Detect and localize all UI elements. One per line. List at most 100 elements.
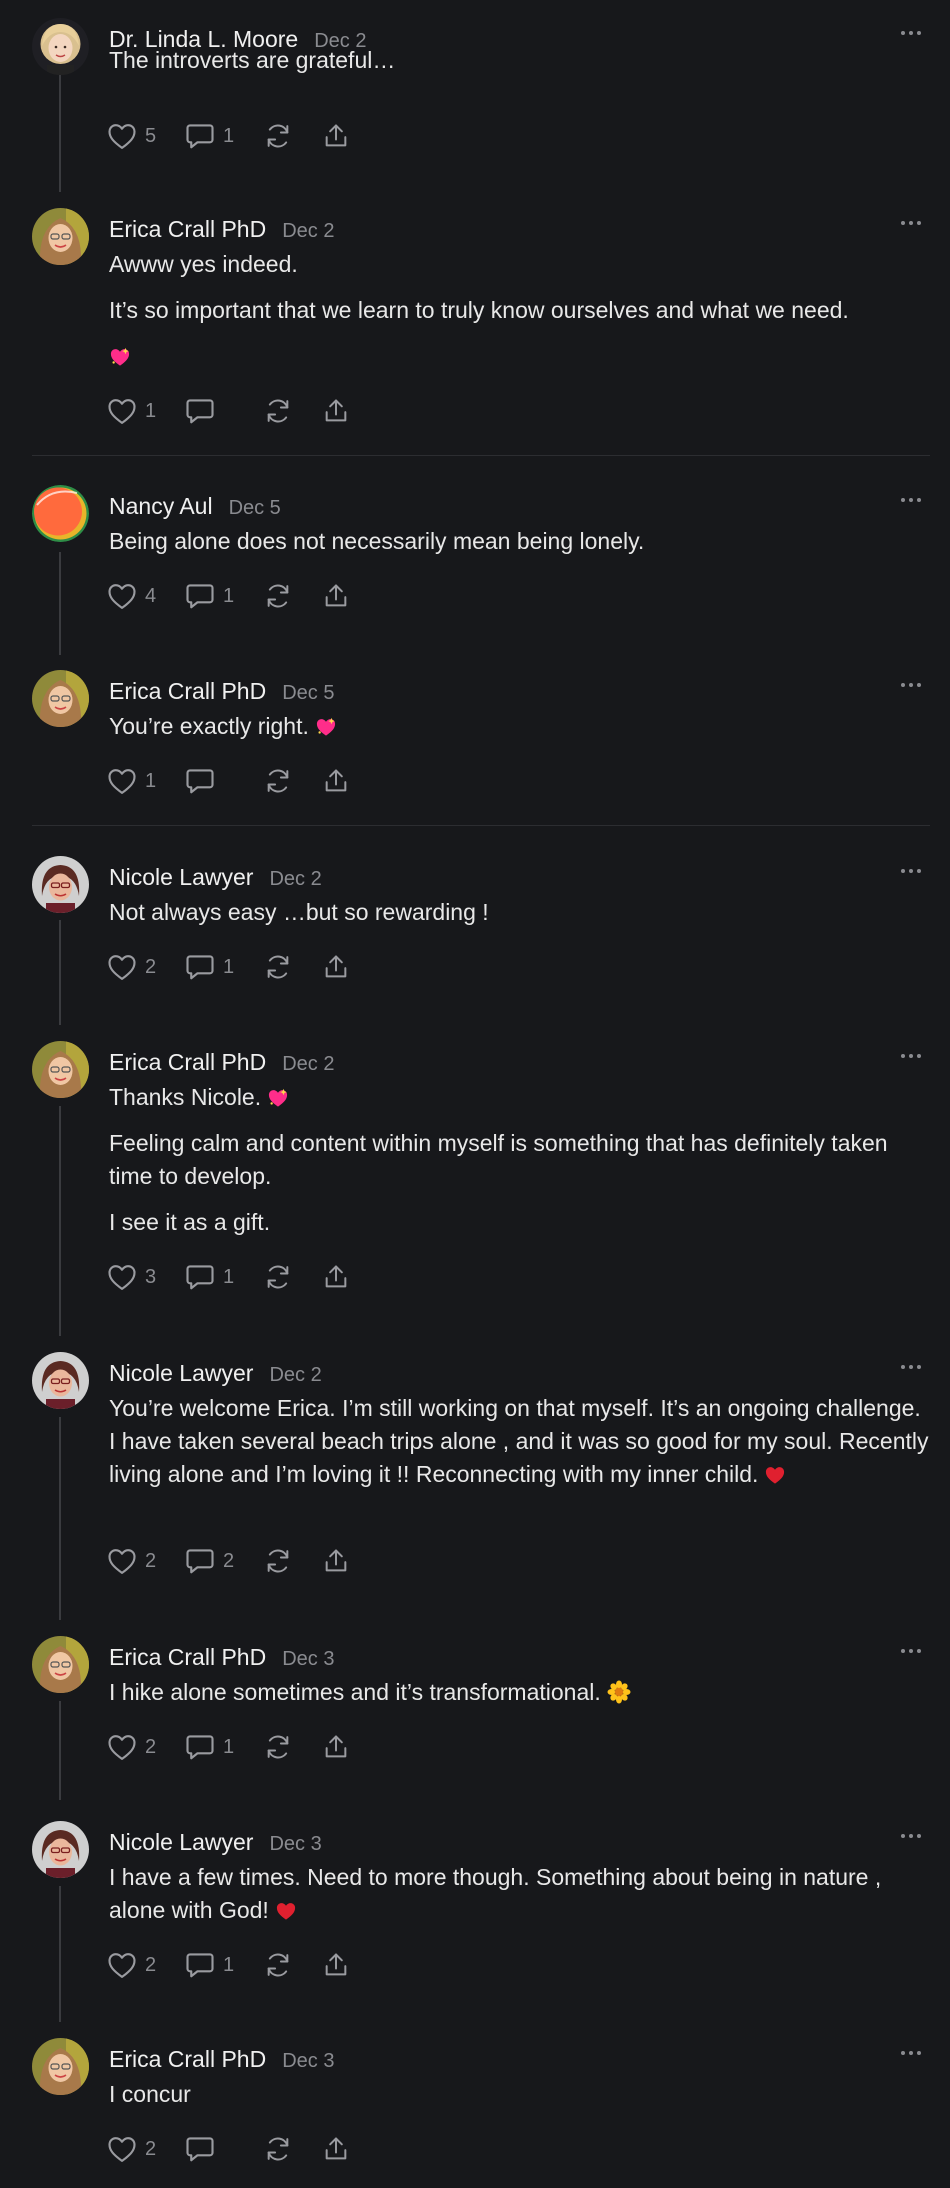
avatar[interactable]: [32, 208, 89, 265]
restack-button[interactable]: [263, 1543, 293, 1579]
comment-text: Feeling calm and content within myself i…: [109, 1130, 888, 1189]
restack-button[interactable]: [263, 1947, 293, 1983]
comment-header: Erica Crall PhD Dec 2: [109, 1049, 334, 1076]
avatar[interactable]: [32, 2038, 89, 2095]
comment: Erica Crall PhD Dec 2 Thanks Nicole. Feelin…: [0, 1041, 950, 1299]
like-button[interactable]: 2: [107, 1947, 157, 1983]
comment-text: Awww yes indeed.: [109, 251, 298, 277]
restack-button[interactable]: [263, 578, 293, 614]
more-options-icon[interactable]: [896, 670, 926, 700]
like-button[interactable]: 4: [107, 578, 157, 614]
more-options-icon[interactable]: [896, 485, 926, 515]
reply-button[interactable]: [185, 763, 235, 799]
like-button[interactable]: 2: [107, 1729, 157, 1765]
comment-header: Erica Crall PhD Dec 5: [109, 678, 334, 705]
like-button[interactable]: 5: [107, 118, 157, 154]
more-options-icon[interactable]: [896, 856, 926, 886]
author-name[interactable]: Erica Crall PhD: [109, 678, 266, 705]
share-icon: [321, 953, 351, 981]
restack-button[interactable]: [263, 118, 293, 154]
reply-button[interactable]: 1: [185, 949, 235, 985]
comment-paragraph: You’re welcome Erica. I’m still working …: [109, 1392, 930, 1491]
like-button[interactable]: 2: [107, 2131, 157, 2167]
comment-text: It’s so important that we learn to truly…: [109, 297, 849, 323]
share-button[interactable]: [321, 763, 351, 799]
avatar[interactable]: [32, 670, 89, 727]
avatar[interactable]: [32, 1636, 89, 1693]
comment-paragraph: I have a few times. Need to more though.…: [109, 1861, 930, 1927]
comment-date[interactable]: Dec 3: [269, 1833, 321, 1856]
more-options-icon[interactable]: [896, 1821, 926, 1851]
more-options-icon[interactable]: [896, 1352, 926, 1382]
more-options-icon[interactable]: [896, 1636, 926, 1666]
comment-date[interactable]: Dec 2: [282, 1053, 334, 1076]
comment-date[interactable]: Dec 3: [282, 1648, 334, 1671]
share-button[interactable]: [321, 949, 351, 985]
author-name[interactable]: Nancy Aul: [109, 493, 213, 520]
like-button[interactable]: 1: [107, 763, 157, 799]
avatar[interactable]: [32, 1821, 89, 1878]
share-icon: [321, 582, 351, 610]
restack-button[interactable]: [263, 949, 293, 985]
like-button[interactable]: 3: [107, 1259, 157, 1295]
author-name[interactable]: Erica Crall PhD: [109, 1049, 266, 1076]
reply-count: 1: [223, 124, 235, 147]
restack-button[interactable]: [263, 763, 293, 799]
comment-date[interactable]: Dec 2: [269, 868, 321, 891]
reply-button[interactable]: 1: [185, 1947, 235, 1983]
reply-count: 1: [223, 584, 235, 607]
comment-date[interactable]: Dec 3: [282, 2050, 334, 2073]
avatar[interactable]: [32, 18, 89, 75]
author-name[interactable]: Erica Crall PhD: [109, 2046, 266, 2073]
comment-date[interactable]: Dec 5: [229, 497, 281, 520]
share-button[interactable]: [321, 1947, 351, 1983]
share-button[interactable]: [321, 118, 351, 154]
avatar[interactable]: [32, 1041, 89, 1098]
comment-actions: 21: [107, 949, 379, 985]
reply-count: 1: [223, 1265, 235, 1288]
author-name[interactable]: Erica Crall PhD: [109, 1644, 266, 1671]
restack-icon: [263, 1547, 293, 1575]
heart-icon: [107, 953, 137, 981]
reply-button[interactable]: [185, 2131, 235, 2167]
author-name[interactable]: Nicole Lawyer: [109, 1360, 253, 1387]
share-button[interactable]: [321, 1543, 351, 1579]
author-name[interactable]: Nicole Lawyer: [109, 864, 253, 891]
restack-button[interactable]: [263, 1259, 293, 1295]
share-button[interactable]: [321, 2131, 351, 2167]
avatar[interactable]: [32, 856, 89, 913]
avatar[interactable]: [32, 1352, 89, 1409]
comment-bubble-icon: [185, 1547, 215, 1575]
comment-bubble-icon: [185, 1733, 215, 1761]
like-button[interactable]: 2: [107, 1543, 157, 1579]
share-icon: [321, 2135, 351, 2163]
share-button[interactable]: [321, 1259, 351, 1295]
comment-date[interactable]: Dec 2: [269, 1364, 321, 1387]
like-button[interactable]: 2: [107, 949, 157, 985]
more-options-icon[interactable]: [896, 1041, 926, 1071]
share-button[interactable]: [321, 1729, 351, 1765]
like-button[interactable]: 1: [107, 393, 157, 429]
more-options-icon[interactable]: [896, 208, 926, 238]
reply-button[interactable]: 2: [185, 1543, 235, 1579]
comment: Erica Crall PhD Dec 5 You’re exactly right…: [0, 670, 950, 803]
reply-button[interactable]: 1: [185, 118, 235, 154]
avatar[interactable]: [32, 485, 89, 542]
comment-date[interactable]: Dec 2: [282, 220, 334, 243]
author-name[interactable]: Nicole Lawyer: [109, 1829, 253, 1856]
share-button[interactable]: [321, 578, 351, 614]
restack-button[interactable]: [263, 393, 293, 429]
share-button[interactable]: [321, 393, 351, 429]
reply-button[interactable]: 1: [185, 578, 235, 614]
reply-button[interactable]: [185, 393, 235, 429]
comment-date[interactable]: Dec 5: [282, 682, 334, 705]
restack-button[interactable]: [263, 2131, 293, 2167]
author-name[interactable]: Erica Crall PhD: [109, 216, 266, 243]
restack-button[interactable]: [263, 1729, 293, 1765]
like-count: 2: [145, 1549, 157, 1572]
more-options-icon[interactable]: [896, 2038, 926, 2068]
comment-text: I concur: [109, 2081, 191, 2107]
reply-button[interactable]: 1: [185, 1729, 235, 1765]
reply-button[interactable]: 1: [185, 1259, 235, 1295]
comment-paragraph: You’re exactly right.: [109, 710, 930, 743]
